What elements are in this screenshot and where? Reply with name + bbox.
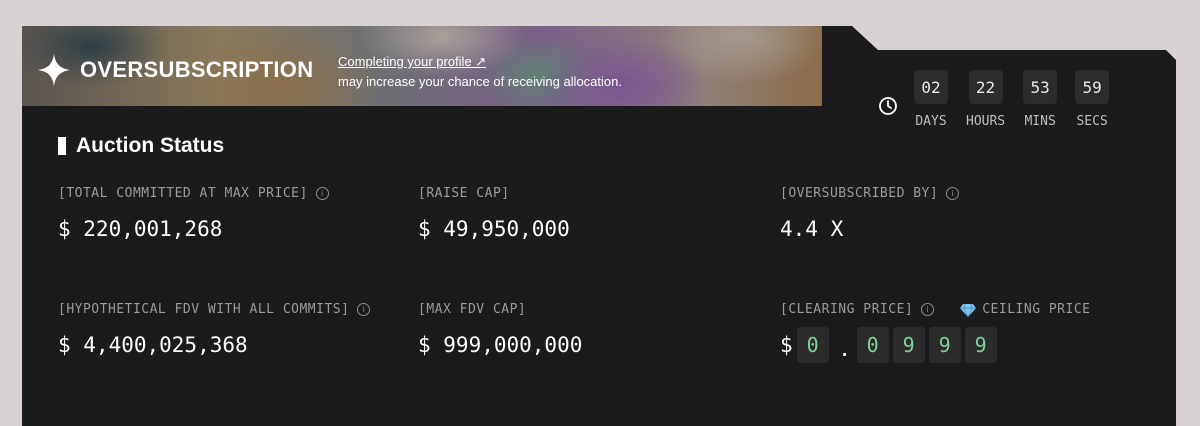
metric-value: 4.4 X — [780, 217, 844, 241]
metric-label: [OVERSUBSCRIBED BY] — [780, 186, 939, 201]
metric-label: [TOTAL COMMITTED AT MAX PRICE] — [58, 186, 308, 201]
timer-hours-value: 22 — [968, 70, 1003, 104]
metric-label: [MAX FDV CAP] — [418, 302, 527, 317]
timer-mins-label: MINS — [1024, 114, 1056, 129]
metric-value: $ 49,950,000 — [418, 217, 570, 241]
timer-days-label: DAYS — [915, 114, 947, 129]
sparkle-icon — [38, 54, 70, 86]
metric-label: [RAISE CAP] — [418, 186, 510, 201]
decimal-point: . — [838, 337, 851, 361]
banner-brand: OVERSUBSCRIPTION — [36, 52, 313, 88]
complete-profile-link[interactable]: Completing your profile ↗ — [338, 54, 486, 69]
timer-mins-value: 53 — [1023, 70, 1058, 104]
info-icon[interactable]: i — [357, 303, 371, 316]
auction-status-heading: Auction Status — [58, 134, 224, 158]
metric-clearing-price: [CLEARING PRICE] i CEILING PRICE $ 0 . 0… — [780, 302, 1090, 363]
oversubscription-banner: OVERSUBSCRIPTION Completing your profile… — [22, 26, 822, 106]
metric-value: $ 4,400,025,368 — [58, 333, 248, 357]
metric-hypothetical-fdv: [HYPOTHETICAL FDV WITH ALL COMMITS] i $ … — [58, 302, 371, 357]
info-icon[interactable]: i — [315, 187, 329, 200]
ceiling-price-label: CEILING PRICE — [982, 302, 1091, 317]
timer-secs-label: SECS — [1076, 114, 1108, 129]
price-digit: 0 — [856, 327, 889, 363]
info-icon[interactable]: i — [946, 187, 960, 200]
auction-card: OVERSUBSCRIPTION Completing your profile… — [22, 26, 1176, 426]
metric-label: [CLEARING PRICE] — [780, 302, 914, 317]
timer-days: 02 DAYS — [914, 70, 948, 129]
section-title: Auction Status — [76, 134, 225, 157]
metric-value: $ 220,001,268 — [58, 217, 223, 241]
timer-days-value: 02 — [914, 70, 948, 104]
banner-subtext: may increase your chance of receiving al… — [338, 74, 622, 89]
metric-value: $ 999,000,000 — [418, 333, 583, 357]
timer-hours: 22 HOURS — [966, 70, 1005, 129]
timer-mins: 53 MINS — [1023, 70, 1058, 129]
metric-raise-cap: [RAISE CAP] $ 49,950,000 — [418, 186, 570, 241]
metric-oversubscribed: [OVERSUBSCRIBED BY] i 4.4 X — [780, 186, 960, 241]
ceiling-price[interactable]: CEILING PRICE — [960, 302, 1090, 317]
price-digit: 9 — [928, 327, 961, 363]
banner-message: Completing your profile ↗ may increase y… — [338, 52, 622, 92]
price-digit: 9 — [964, 327, 997, 363]
countdown-timer: 02 DAYS 22 HOURS 53 MINS 59 SECS — [878, 70, 1127, 129]
heading-marker — [58, 137, 66, 155]
banner-title: OVERSUBSCRIPTION — [80, 57, 314, 82]
timer-secs: 59 SECS — [1075, 70, 1110, 129]
gem-icon — [960, 303, 977, 317]
price-digit: 0 — [796, 327, 829, 363]
timer-hours-label: HOURS — [966, 114, 1006, 129]
currency-symbol: $ — [780, 333, 793, 357]
metric-max-fdv: [MAX FDV CAP] $ 999,000,000 — [418, 302, 582, 357]
info-icon[interactable]: i — [921, 303, 935, 316]
metric-label: [HYPOTHETICAL FDV WITH ALL COMMITS] — [58, 302, 350, 317]
clock-icon — [879, 97, 897, 115]
clearing-price-display: $ 0 . 0 9 9 9 — [780, 327, 1090, 363]
metric-total-committed: [TOTAL COMMITTED AT MAX PRICE] i $ 220,0… — [58, 186, 329, 241]
timer-secs-value: 59 — [1075, 70, 1110, 104]
price-digit: 9 — [892, 327, 925, 363]
